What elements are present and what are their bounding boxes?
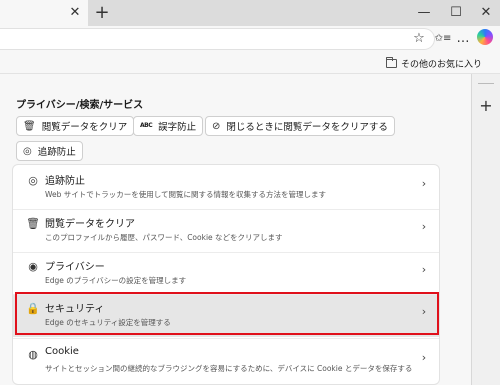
sidebar-divider — [478, 83, 494, 84]
other-favorites-label: その他のお気に入り — [401, 59, 483, 70]
setting-description: Web サイトでトラッカーを使用して閲覧に関する情報を収集する方法を管理します — [45, 190, 327, 199]
page-title: プライバシー/検索/サービス — [16, 100, 144, 111]
folder-icon — [386, 56, 397, 68]
tab-close-icon[interactable]: ✕ — [66, 4, 84, 22]
favorite-star-icon[interactable]: ☆ — [410, 30, 428, 48]
setting-title: 閲覧データをクリア — [45, 219, 135, 230]
sidebar — [472, 74, 500, 385]
setting-description: Edge のセキュリティ設定を管理する — [45, 318, 171, 327]
chip-clear-browsing-data[interactable]: 🗑 閲覧データをクリア — [16, 116, 135, 136]
setting-privacy[interactable]: ◉ プライバシー Edge のプライバシーの設定を管理します › — [13, 253, 439, 295]
new-tab-icon[interactable]: + — [92, 3, 112, 23]
chip-clear-on-close[interactable]: ⊘ 閉じるときに閲覧データをクリアする — [205, 116, 395, 136]
chevron-right-icon: › — [421, 351, 427, 364]
copilot-icon[interactable] — [477, 29, 493, 45]
chip-label: 閲覧データをクリア — [41, 122, 128, 133]
settings-list: ◎ 追跡防止 Web サイトでトラッカーを使用して閲覧に関する情報を収集する方法… — [12, 164, 440, 385]
spellcheck-icon: ABC — [140, 122, 153, 129]
setting-description: このプロファイルから履歴、パスワード、Cookie などをクリアします — [45, 233, 283, 242]
maximize-icon[interactable]: ☐ — [446, 3, 466, 23]
chevron-right-icon: › — [421, 177, 427, 190]
setting-description: サイトとセッション間の継続的なブラウジングを容易にするために、デバイスに Coo… — [45, 364, 413, 373]
tracking-prevention-icon: ◎ — [28, 174, 38, 187]
chip-label: 誤字防止 — [158, 122, 197, 133]
privacy-icon: ◉ — [28, 260, 38, 273]
setting-clear-browsing-data[interactable]: 🗑 閲覧データをクリア このプロファイルから履歴、パスワード、Cookie など… — [13, 210, 439, 252]
cookie-icon: ◍ — [28, 348, 38, 361]
trash-icon: 🗑 — [26, 217, 40, 230]
setting-title: Cookie — [45, 346, 79, 357]
setting-security[interactable]: 🔒 セキュリティ Edge のセキュリティ設定を管理する › — [13, 295, 439, 337]
chevron-right-icon: › — [421, 305, 427, 318]
active-tab[interactable]: ✕ — [0, 0, 88, 26]
more-icon[interactable]: … — [454, 30, 472, 48]
tab-strip: ✕ + — ☐ ✕ — [0, 0, 500, 26]
address-bar-row: ☆ ✩≡ … — [0, 26, 500, 52]
favorites-bar: その他のお気に入り — [0, 52, 500, 74]
chevron-right-icon: › — [421, 263, 427, 276]
setting-title: プライバシー — [45, 262, 105, 273]
setting-tracking-prevention[interactable]: ◎ 追跡防止 Web サイトでトラッカーを使用して閲覧に関する情報を収集する方法… — [13, 167, 439, 209]
chip-typo-protection[interactable]: ABC 誤字防止 — [133, 116, 204, 136]
chip-label: 追跡防止 — [37, 147, 76, 158]
minimize-icon[interactable]: — — [414, 3, 434, 23]
setting-description: Edge のプライバシーの設定を管理します — [45, 276, 187, 285]
other-favorites-folder[interactable]: その他のお気に入り — [386, 55, 482, 71]
sidebar-add-icon[interactable]: + — [476, 96, 496, 116]
clear-on-close-icon: ⊘ — [212, 120, 221, 132]
setting-title: 追跡防止 — [45, 176, 85, 187]
chip-tracking-prevention[interactable]: ◎ 追跡防止 — [16, 141, 83, 161]
setting-title: セキュリティ — [45, 304, 105, 315]
trash-icon: 🗑 — [23, 120, 36, 132]
chevron-right-icon: › — [421, 220, 427, 233]
divider — [13, 338, 439, 339]
address-input[interactable] — [0, 28, 435, 50]
favorites-icon[interactable]: ✩≡ — [432, 30, 454, 48]
window-close-icon[interactable]: ✕ — [476, 3, 496, 23]
chip-label: 閉じるときに閲覧データをクリアする — [226, 122, 388, 133]
lock-icon: 🔒 — [26, 302, 40, 315]
tracking-prevention-icon: ◎ — [23, 145, 32, 157]
setting-cookie[interactable]: ◍ Cookie サイトとセッション間の継続的なブラウジングを容易にするために、… — [13, 341, 439, 384]
